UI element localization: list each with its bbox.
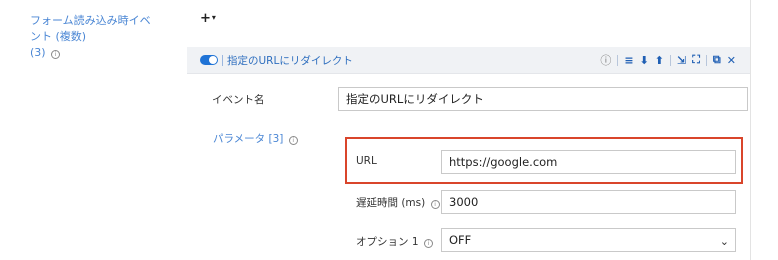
delay-input[interactable]: 3000 [441, 190, 736, 214]
form-events-label-text: フォーム読み込み時イベント (複数) [30, 14, 151, 43]
delay-label: 遅延時間 (ms) i [356, 195, 440, 210]
url-input[interactable]: https://google.com [441, 150, 736, 174]
divider [705, 54, 707, 66]
form-events-count: (3) [30, 46, 46, 59]
option1-label: オプション 1 i [356, 234, 433, 249]
collapse-icon[interactable]: ⇲ [677, 54, 686, 67]
option1-value: OFF [449, 233, 472, 247]
chevron-down-icon[interactable]: ⌄ [720, 234, 729, 250]
event-toolbar: ⓘ ≡ ⬇ ⬆ ⇲ ⛶ ⧉ ✕ [600, 52, 736, 68]
option1-label-text: オプション 1 [356, 236, 419, 248]
expand-icon[interactable]: ⛶ [692, 53, 700, 67]
move-up-icon[interactable]: ⬆ [655, 54, 664, 67]
info-icon[interactable]: i [423, 239, 433, 248]
delay-label-text: 遅延時間 (ms) [356, 197, 426, 209]
divider [670, 54, 671, 66]
menu-icon[interactable]: ≡ [624, 54, 633, 67]
parameters-label-text: パラメータ [3] [213, 133, 284, 145]
parameters-label: パラメータ [3] i [213, 131, 298, 146]
info-icon[interactable]: i [288, 136, 298, 145]
event-name-label: イベント名 [212, 94, 265, 106]
copy-icon[interactable]: ⧉ [713, 53, 721, 67]
close-icon[interactable]: ✕ [727, 54, 736, 67]
panel-border [750, 0, 751, 260]
add-event-button[interactable]: +▾ [200, 11, 216, 26]
info-icon[interactable]: ⓘ [600, 52, 611, 68]
info-icon[interactable]: i [430, 200, 440, 209]
move-down-icon[interactable]: ⬇ [640, 54, 649, 67]
chevron-down-icon[interactable]: ▾ [212, 13, 216, 22]
info-icon[interactable]: i [51, 50, 61, 59]
option1-select[interactable]: OFF ⌄ [441, 228, 736, 252]
event-name-input[interactable]: 指定のURLにリダイレクト [338, 87, 748, 111]
event-header-title[interactable]: 指定のURLにリダイレクト [227, 53, 353, 68]
divider [617, 54, 619, 66]
url-label: URL [356, 155, 377, 167]
divider [222, 55, 223, 66]
form-events-label: フォーム読み込み時イベント (複数) (3) i [30, 13, 160, 61]
scrollbar[interactable] [760, 0, 778, 260]
event-enabled-toggle[interactable] [200, 55, 218, 65]
plus-icon[interactable]: + [200, 11, 211, 26]
event-header: 指定のURLにリダイレクト ⓘ ≡ ⬇ ⬆ ⇲ ⛶ ⧉ ✕ [187, 47, 750, 74]
